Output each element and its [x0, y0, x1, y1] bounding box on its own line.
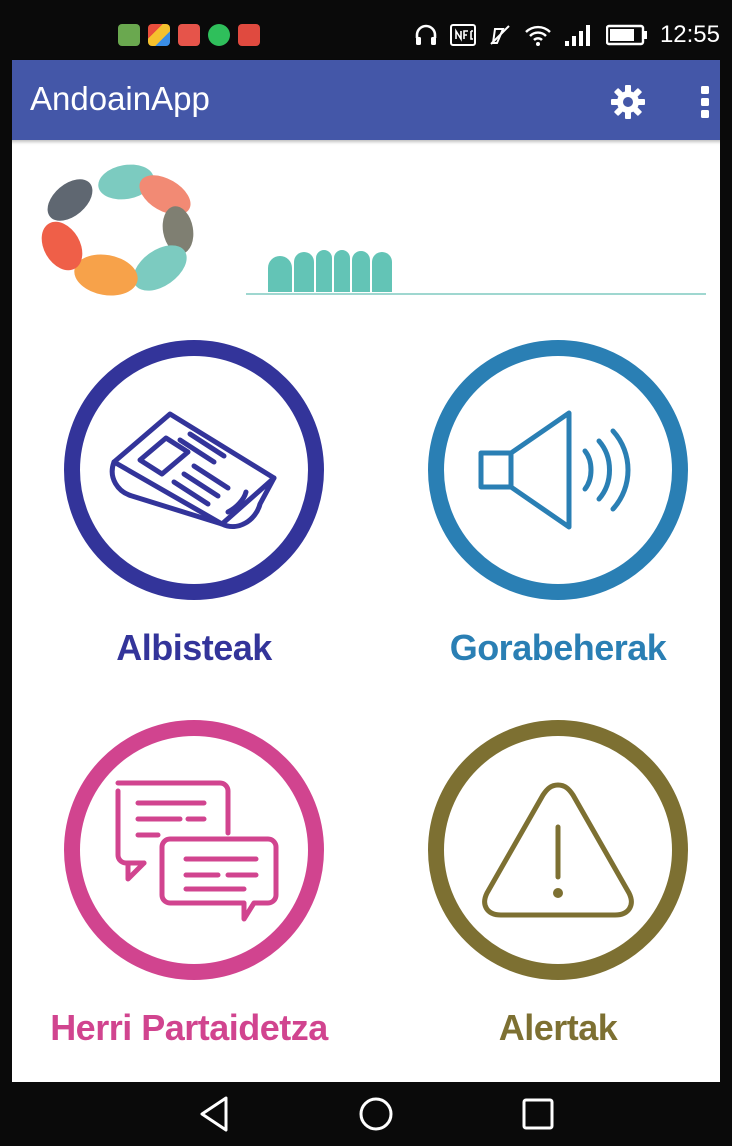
overflow-menu-icon: [701, 86, 709, 118]
battery-icon: [605, 24, 647, 46]
app-bar: AndoainApp: [0, 60, 732, 140]
status-bar: 12:55: [0, 0, 732, 60]
settings-button[interactable]: [608, 82, 648, 122]
gear-icon: [611, 85, 645, 119]
tile-albisteak[interactable]: Albisteak: [44, 340, 344, 670]
overflow-menu-button[interactable]: [690, 80, 720, 124]
nfc-icon: [449, 24, 476, 46]
logo-divider: [246, 293, 706, 295]
speaker-icon: [478, 410, 631, 530]
tile-ring: [428, 720, 688, 980]
recents-icon: [522, 1098, 554, 1130]
tile-ring: [428, 340, 688, 600]
home-icon: [359, 1097, 393, 1131]
tile-label: Alertak: [498, 1007, 618, 1048]
tile-ring: [64, 720, 324, 980]
tile-herri-partaidetza[interactable]: Herri Partaidetza: [44, 720, 344, 1050]
tile-gorabeherak[interactable]: Gorabeherak: [408, 340, 708, 670]
newspaper-icon: [109, 411, 277, 529]
tile-ring: [64, 340, 324, 600]
puzzle-icon: [148, 24, 170, 46]
warning-icon: [482, 782, 634, 918]
navigation-bar: [0, 1082, 732, 1146]
app-logo: [40, 160, 710, 310]
chat-bubbles-icon: [115, 780, 279, 922]
notification-icons: [118, 24, 260, 46]
back-button[interactable]: [194, 1092, 238, 1136]
signal-icon: [564, 25, 590, 46]
device-frame-right: [720, 0, 732, 1146]
tile-label: Herri Partaidetza: [50, 1007, 328, 1048]
device-frame-left: [0, 0, 12, 1146]
headphones-icon: [415, 24, 437, 45]
back-icon: [200, 1096, 228, 1132]
system-icons: 12:55: [414, 20, 720, 50]
wifi-icon: [525, 25, 551, 46]
app-title: AndoainApp: [30, 80, 210, 117]
vibrate-off-icon: [490, 25, 510, 45]
tile-label: Albisteak: [116, 627, 272, 668]
status-time: 12:55: [659, 21, 720, 48]
home-button[interactable]: [354, 1092, 398, 1136]
logo-wordmark-icon: [268, 250, 392, 292]
whatsapp-icon: [208, 24, 230, 46]
android-icon: [118, 24, 140, 46]
gmail-icon: [238, 24, 260, 46]
app-icon: [178, 24, 200, 46]
tile-alertak[interactable]: Alertak: [408, 720, 708, 1050]
tile-label: Gorabeherak: [449, 627, 667, 668]
recents-button[interactable]: [516, 1092, 560, 1136]
speech-bubbles-logo-icon: [41, 164, 194, 296]
